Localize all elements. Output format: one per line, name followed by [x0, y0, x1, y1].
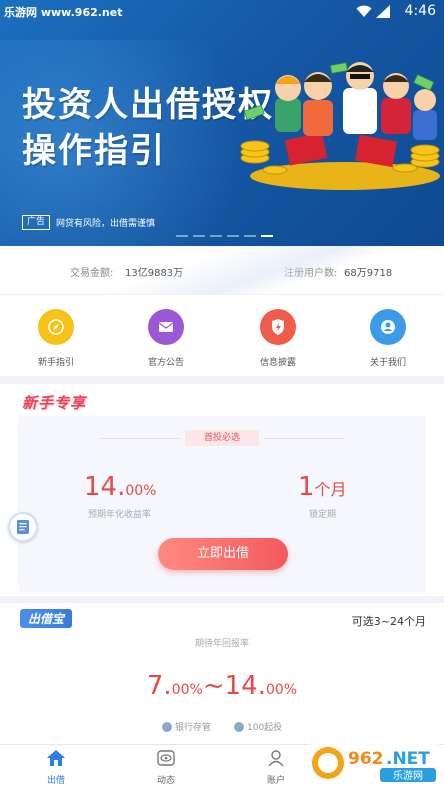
lock-period: 1个月 — [298, 472, 347, 502]
tab-news[interactable]: 动态 — [136, 749, 196, 786]
tab-account[interactable]: 账户 — [246, 749, 306, 786]
newbie-product-card[interactable]: 首投必选 14.00% 预期年化收益率 1个月 锁定期 立即出借 — [18, 416, 426, 592]
svg-text:乐游网: 乐游网 — [393, 769, 423, 782]
risk-warning-text: 网贷有风险，出借需谨慎 — [56, 219, 156, 229]
lock-unit: 个月 — [314, 480, 347, 499]
lock-label: 锁定期 — [309, 510, 337, 520]
floating-doc-button[interactable] — [8, 512, 38, 542]
feature-label: 银行存管 — [175, 723, 212, 733]
status-bar: 乐游网 www.962.net 4:46 — [0, 0, 444, 24]
banner-dot[interactable] — [176, 235, 188, 237]
svg-text:962: 962 — [348, 749, 384, 769]
platform-stats: 交易金额: 13亿9883万 注册用户数: 68万9718 — [0, 246, 444, 294]
range-tilde: ~ — [202, 671, 225, 701]
first-invest-tag: 首投必选 — [185, 430, 259, 446]
feature-label: 100起投 — [247, 723, 283, 733]
divider — [264, 438, 344, 439]
rate-value: 14. — [84, 472, 126, 502]
feature-bank-custody: 银行存管 — [162, 720, 211, 733]
chujiebao-tag: 出借宝 — [20, 609, 73, 628]
site-watermark-label: 乐游网 www.962.net — [4, 6, 123, 19]
eye-icon — [157, 750, 175, 766]
term-range: 可选3~24个月 — [351, 615, 426, 628]
feature-min-invest: 100起投 — [234, 720, 282, 733]
users-label: 注册用户数: — [284, 268, 338, 279]
menu-item-newbie-guide[interactable]: 新手指引 — [16, 309, 96, 368]
invest-now-button[interactable]: 立即出借 — [158, 538, 288, 570]
rate-max-unit: 00% — [265, 682, 298, 698]
compass-icon — [38, 309, 74, 345]
user-circle-icon — [370, 309, 406, 345]
banner-dot-active[interactable] — [261, 235, 273, 237]
cartoon-investors-illustration — [240, 62, 440, 190]
rate-min: 7. — [146, 671, 172, 701]
menu-label: 新手指引 — [37, 358, 74, 368]
volume-label: 交易金额: — [70, 268, 114, 279]
rate-max: 14. — [224, 671, 266, 701]
lock-value: 1 — [298, 472, 315, 502]
divider — [100, 438, 180, 439]
menu-item-disclosure[interactable]: 信息披露 — [238, 309, 318, 368]
coin-icon — [234, 721, 244, 732]
promo-banner[interactable]: 乐游网 www.962.net 4:46 投资人出借授权 操作指引 广告 网贷有… — [0, 0, 444, 246]
banner-pagination[interactable] — [176, 235, 273, 237]
document-icon — [17, 520, 29, 534]
expected-rate: 14.00% — [84, 472, 156, 502]
expected-return-label: 期待年回报率 — [194, 639, 249, 649]
return-range: 7.00%~14.00% — [0, 671, 444, 701]
home-icon — [47, 750, 65, 766]
rate-min-unit: 00% — [171, 682, 203, 698]
banner-dot[interactable] — [227, 235, 239, 237]
menu-item-announcements[interactable]: 官方公告 — [126, 309, 206, 368]
wifi-icon — [356, 5, 372, 17]
banner-dot[interactable] — [244, 235, 256, 237]
shield-icon — [260, 309, 296, 345]
rate-label: 预期年化收益率 — [88, 510, 152, 520]
status-time: 4:46 — [404, 3, 436, 19]
volume-value: 13亿9883万 — [125, 268, 184, 279]
menu-label: 官方公告 — [147, 358, 184, 368]
svg-text:.NET: .NET — [386, 749, 430, 769]
rate-unit: 00% — [125, 483, 157, 499]
banner-dot[interactable] — [210, 235, 222, 237]
tab-label: 动态 — [156, 776, 175, 786]
bank-icon — [162, 721, 172, 732]
site-watermark-logo: 962 .NET 乐游网 — [308, 742, 440, 784]
users-value: 68万9718 — [344, 268, 393, 279]
menu-label: 关于我们 — [369, 358, 406, 368]
mail-icon — [148, 309, 184, 345]
menu-item-about-us[interactable]: 关于我们 — [348, 309, 428, 368]
tab-label: 出借 — [46, 776, 65, 786]
ad-badge: 广告 — [22, 215, 51, 230]
chujiebao-section[interactable]: 出借宝 可选3~24个月 期待年回报率 7.00%~14.00% 银行存管 10… — [0, 603, 444, 744]
status-icons — [356, 5, 390, 18]
banner-dot[interactable] — [193, 235, 205, 237]
newbie-exclusive-tag: 新手专享 — [22, 394, 87, 412]
quick-menu: 新手指引 官方公告 信息披露 关于我们 — [0, 294, 444, 376]
person-icon — [268, 750, 284, 767]
signal-icon — [376, 5, 390, 18]
tab-invest[interactable]: 出借 — [26, 749, 86, 786]
newbie-section: 新手专享 首投必选 14.00% 预期年化收益率 1个月 锁定期 立即出借 — [0, 384, 444, 596]
menu-label: 信息披露 — [259, 358, 296, 368]
tab-label: 账户 — [266, 776, 285, 786]
